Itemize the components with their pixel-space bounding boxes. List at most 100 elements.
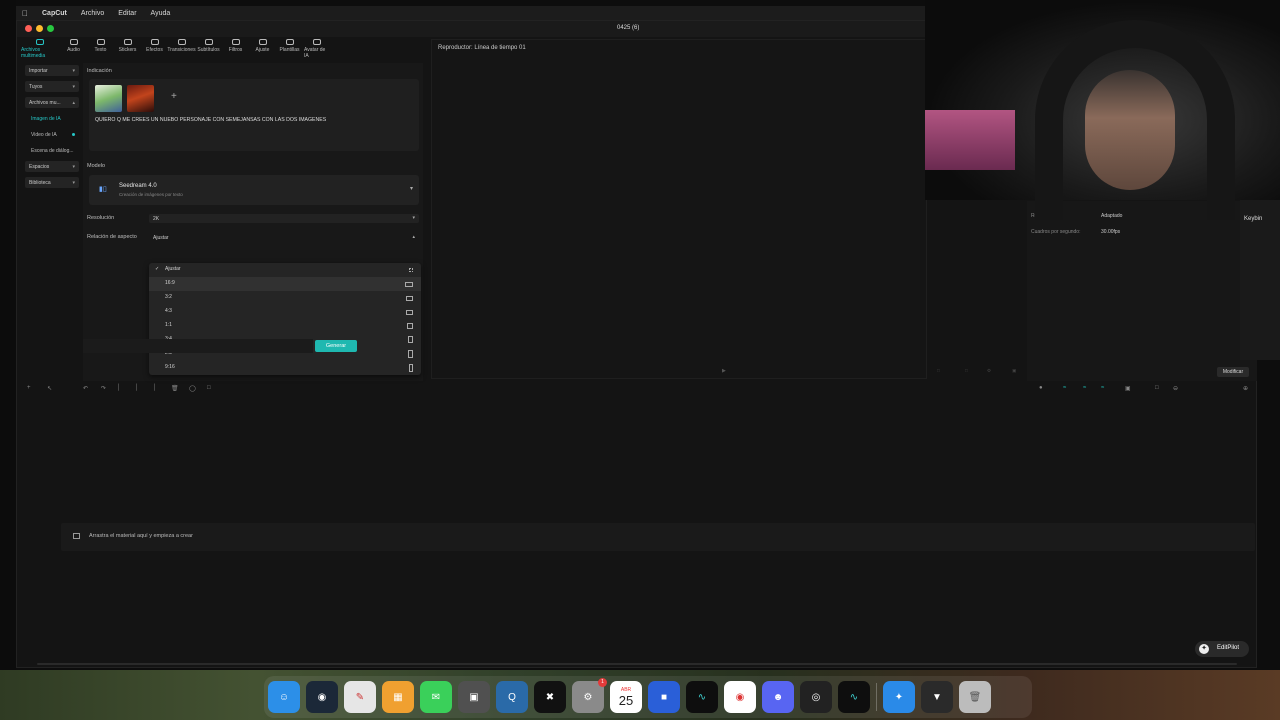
marker-icon[interactable]: ◯ <box>189 385 196 392</box>
sidebar-item-ai-video[interactable]: Video de IA <box>25 129 79 140</box>
sidebar-item-yours[interactable]: Tuyos ▾ <box>25 81 79 92</box>
sidebar-item-dialogue-scene[interactable]: Escena de diálog... <box>25 145 79 156</box>
tab-label: Texto <box>94 47 107 53</box>
downloads-icon[interactable]: ▼ <box>921 681 953 713</box>
fullscreen-icon[interactable]: ▣ <box>1012 368 1016 374</box>
aspect-option-ajustar[interactable]: ✓ Ajustar <box>149 263 421 277</box>
modify-button[interactable]: Modificar <box>1217 367 1249 377</box>
timeline-drop-zone[interactable]: Arrastra el material aquí y empieza a cr… <box>61 523 1255 551</box>
undo-icon[interactable]: ↶ <box>83 385 88 392</box>
timeline-scrollbar[interactable] <box>37 663 1237 665</box>
waves-icon[interactable]: ∿ <box>686 681 718 713</box>
webcam-overlay <box>925 0 1280 220</box>
settings-icon[interactable]: ⚙ <box>987 368 991 374</box>
steam-icon[interactable]: ◉ <box>306 681 338 713</box>
zoom-window-button[interactable] <box>47 25 54 32</box>
editpilot-button[interactable]: ✦ EditPilot <box>1195 641 1249 657</box>
system-settings-icon[interactable]: ⚙ 1 <box>572 678 607 713</box>
tab-adjust[interactable]: Ajuste <box>250 39 275 59</box>
microphone-icon[interactable]: ● <box>1039 385 1043 391</box>
preview-icon[interactable]: □ <box>1155 385 1159 391</box>
magnet-icon[interactable]: ≈ <box>1083 385 1086 391</box>
model-name: Seedream 4.0 <box>119 183 157 189</box>
templates-icon <box>285 39 294 45</box>
notification-badge: 1 <box>598 678 607 687</box>
menu-archivo[interactable]: Archivo <box>81 10 104 17</box>
tab-text[interactable]: Texto <box>88 39 113 59</box>
tab-audio[interactable]: Audio <box>61 39 86 59</box>
aspect-option-3-2[interactable]: 3:2 <box>149 291 421 305</box>
discord-icon[interactable]: ☻ <box>762 681 794 713</box>
menu-app-name[interactable]: CapCut <box>42 10 67 17</box>
link-icon[interactable]: ≈ <box>1063 385 1066 391</box>
sidebar-item-ai-image[interactable]: Imagen de IA <box>25 113 79 124</box>
sidebar-item-library[interactable]: Biblioteca ▾ <box>25 177 79 188</box>
generate-button[interactable]: Generar <box>315 340 357 352</box>
tab-ai-avatar[interactable]: Avatar de IA <box>304 39 329 59</box>
aspect-option-9-16[interactable]: 9:16 <box>149 361 421 375</box>
tab-transitions[interactable]: Transiciones <box>167 39 196 59</box>
minimize-window-button[interactable] <box>36 25 43 32</box>
tab-filters[interactable]: Filtros <box>223 39 248 59</box>
tab-stickers[interactable]: Stickers <box>115 39 140 59</box>
avatar-icon <box>312 39 321 45</box>
screenshot-icon[interactable]: ▣ <box>458 681 490 713</box>
aspect-select[interactable]: Ajustar ▴ <box>149 233 419 242</box>
safari-icon[interactable]: ✦ <box>883 681 915 713</box>
model-selector[interactable]: ▮▯ Seedream 4.0 Creación de imágenes por… <box>89 175 419 205</box>
tab-media[interactable]: Archivos multimedia <box>21 39 59 59</box>
zoom-out-icon[interactable]: ⊖ <box>1173 385 1178 392</box>
tab-label: Plantillas <box>279 47 300 53</box>
sidebar-item-import[interactable]: Importar ▾ <box>25 65 79 76</box>
redo-icon[interactable]: ↷ <box>101 385 106 392</box>
split-icon[interactable]: │ <box>117 385 121 391</box>
apple-menu-icon[interactable]:  <box>22 9 28 18</box>
drop-hint: Arrastra el material aquí y empieza a cr… <box>89 533 193 539</box>
menu-editar[interactable]: Editar <box>118 10 136 17</box>
freeze-icon[interactable]: □ <box>207 385 211 391</box>
messages-icon[interactable]: ✉ <box>420 681 452 713</box>
split-left-icon[interactable]: │ <box>135 385 139 391</box>
trash-icon[interactable]: 🗑 <box>959 681 991 713</box>
sidebar-item-spaces[interactable]: Espacios ▾ <box>25 161 79 172</box>
notes-icon[interactable]: ✎ <box>344 681 376 713</box>
select-tool-icon[interactable]: ↖ <box>47 385 52 392</box>
launchpad-icon[interactable]: ▦ <box>382 681 414 713</box>
add-track-icon[interactable]: + <box>27 385 31 391</box>
chrome-icon[interactable]: ◉ <box>724 681 756 713</box>
play-icon[interactable]: ▶ <box>722 368 726 374</box>
menu-ayuda[interactable]: Ayuda <box>151 10 171 17</box>
aspect-option-16-9[interactable]: 16:9 <box>149 277 421 291</box>
delete-icon[interactable]: 🗑 <box>171 385 179 392</box>
calendar-icon[interactable]: ABR 25 <box>610 681 642 713</box>
snap-icon[interactable]: ≈ <box>1101 385 1104 391</box>
split-screen-icon[interactable]: ▣ <box>1125 385 1131 392</box>
close-window-button[interactable] <box>25 25 32 32</box>
resolution-select[interactable]: 2K ▾ <box>149 214 419 223</box>
waves-2-icon[interactable]: ∿ <box>838 681 870 713</box>
crop-icon[interactable]: □ <box>965 368 968 373</box>
aspect-option-4-3[interactable]: 4:3 <box>149 305 421 319</box>
sidebar-item-media-files[interactable]: Archivos mu... ▴ <box>25 97 79 108</box>
quicktime-icon[interactable]: Q <box>496 681 528 713</box>
capcut-icon[interactable]: ✖ <box>534 681 566 713</box>
add-image-icon[interactable]: + <box>171 91 177 102</box>
desktop-edge <box>0 0 16 670</box>
prompt-text[interactable]: QUIERO Q ME CREES UN NUEBO PERSONAJE CON… <box>95 117 326 123</box>
tab-subtitles[interactable]: Subtítulos <box>196 39 221 59</box>
tab-templates[interactable]: Plantillas <box>277 39 302 59</box>
finder-icon[interactable]: ☺ <box>268 681 300 713</box>
zoom-in-icon[interactable]: ⊕ <box>1243 385 1248 392</box>
roblox-icon[interactable]: ■ <box>648 681 680 713</box>
model-label: Modelo <box>87 163 106 169</box>
obs-icon[interactable]: ◎ <box>800 681 832 713</box>
tab-effects[interactable]: Efectos <box>142 39 167 59</box>
aspect-option-1-1[interactable]: 1:1 <box>149 319 421 333</box>
reference-image-2[interactable] <box>127 85 154 112</box>
reference-image-1[interactable] <box>95 85 122 112</box>
sidebar-item-label: Espacios <box>29 164 50 170</box>
split-right-icon[interactable]: │ <box>153 385 157 391</box>
prompt-box[interactable]: + QUIERO Q ME CREES UN NUEBO PERSONAJE C… <box>89 79 419 151</box>
ratio-16-9-icon <box>405 282 413 287</box>
ratio-icon[interactable]: □ <box>937 368 940 373</box>
